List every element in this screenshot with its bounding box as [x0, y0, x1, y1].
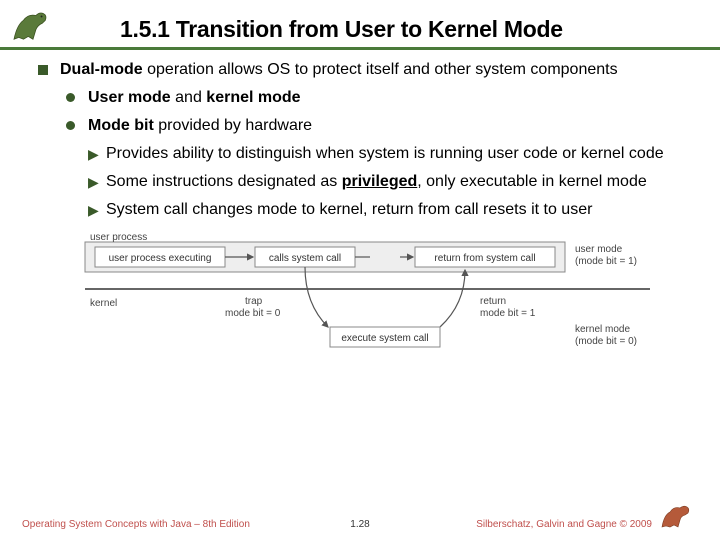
svg-text:return: return	[480, 296, 506, 307]
text: provided by hardware	[154, 117, 312, 134]
bullet-arrow-3: ▶ System call changes mode to kernel, re…	[88, 200, 692, 220]
label: user process	[90, 234, 147, 243]
svg-text:kernel: kernel	[90, 298, 117, 309]
footer-left: Operating System Concepts with Java – 8t…	[22, 519, 250, 530]
bold-text: Dual-mode	[60, 61, 143, 78]
text: , only executable in kernel mode	[417, 173, 646, 190]
bullet-sub-1: User mode and kernel mode	[66, 88, 692, 108]
arrow-bullet-icon: ▶	[88, 146, 99, 164]
text: Provides ability to distinguish when sys…	[106, 145, 664, 162]
footer-copyright: Silberschatz, Galvin and Gagne © 2009	[476, 519, 652, 530]
bullet-arrow-1: ▶ Provides ability to distinguish when s…	[88, 144, 692, 164]
svg-text:user mode: user mode	[575, 244, 623, 255]
text: and	[171, 89, 207, 106]
svg-text:mode bit = 1: mode bit = 1	[480, 308, 536, 319]
footer-page-number: 1.28	[350, 519, 369, 530]
svg-text:(mode bit = 1): (mode bit = 1)	[575, 256, 637, 267]
text: operation allows OS to protect itself an…	[143, 61, 618, 78]
mode-transition-diagram: user process user process executing call…	[70, 234, 660, 369]
bold-text: User mode	[88, 89, 171, 106]
svg-text:kernel mode: kernel mode	[575, 324, 630, 335]
slide-title: 1.5.1 Transition from User to Kernel Mod…	[120, 16, 563, 47]
slide-footer: Operating System Concepts with Java – 8t…	[0, 500, 720, 530]
underline-text: privileged	[342, 173, 418, 190]
svg-text:trap: trap	[245, 296, 263, 307]
arrow-bullet-icon: ▶	[88, 202, 99, 220]
arrow-bullet-icon: ▶	[88, 174, 99, 192]
svg-text:calls system call: calls system call	[269, 253, 341, 264]
bullet-arrow-2: ▶ Some instructions designated as privil…	[88, 172, 692, 192]
square-bullet-icon	[38, 65, 48, 75]
bold-text: kernel mode	[206, 89, 300, 106]
svg-text:execute system call: execute system call	[341, 333, 428, 344]
svg-text:(mode bit = 0): (mode bit = 0)	[575, 336, 637, 347]
text: Some instructions designated as	[106, 173, 342, 190]
svg-text:return from system call: return from system call	[434, 253, 535, 264]
bullet-sub-2: Mode bit provided by hardware	[66, 116, 692, 136]
dinosaur-logo-right	[658, 500, 698, 530]
slide-header: 1.5.1 Transition from User to Kernel Mod…	[0, 0, 720, 50]
footer-right: Silberschatz, Galvin and Gagne © 2009	[476, 500, 698, 530]
svg-text:mode bit = 0: mode bit = 0	[225, 308, 281, 319]
disc-bullet-icon	[66, 93, 75, 102]
bold-text: Mode bit	[88, 117, 154, 134]
disc-bullet-icon	[66, 121, 75, 130]
svg-text:user process executing: user process executing	[109, 253, 212, 264]
bullet-main: Dual-mode operation allows OS to protect…	[38, 60, 692, 80]
text: System call changes mode to kernel, retu…	[106, 201, 592, 218]
dinosaur-logo-left	[8, 6, 58, 44]
slide-content: Dual-mode operation allows OS to protect…	[0, 50, 720, 369]
